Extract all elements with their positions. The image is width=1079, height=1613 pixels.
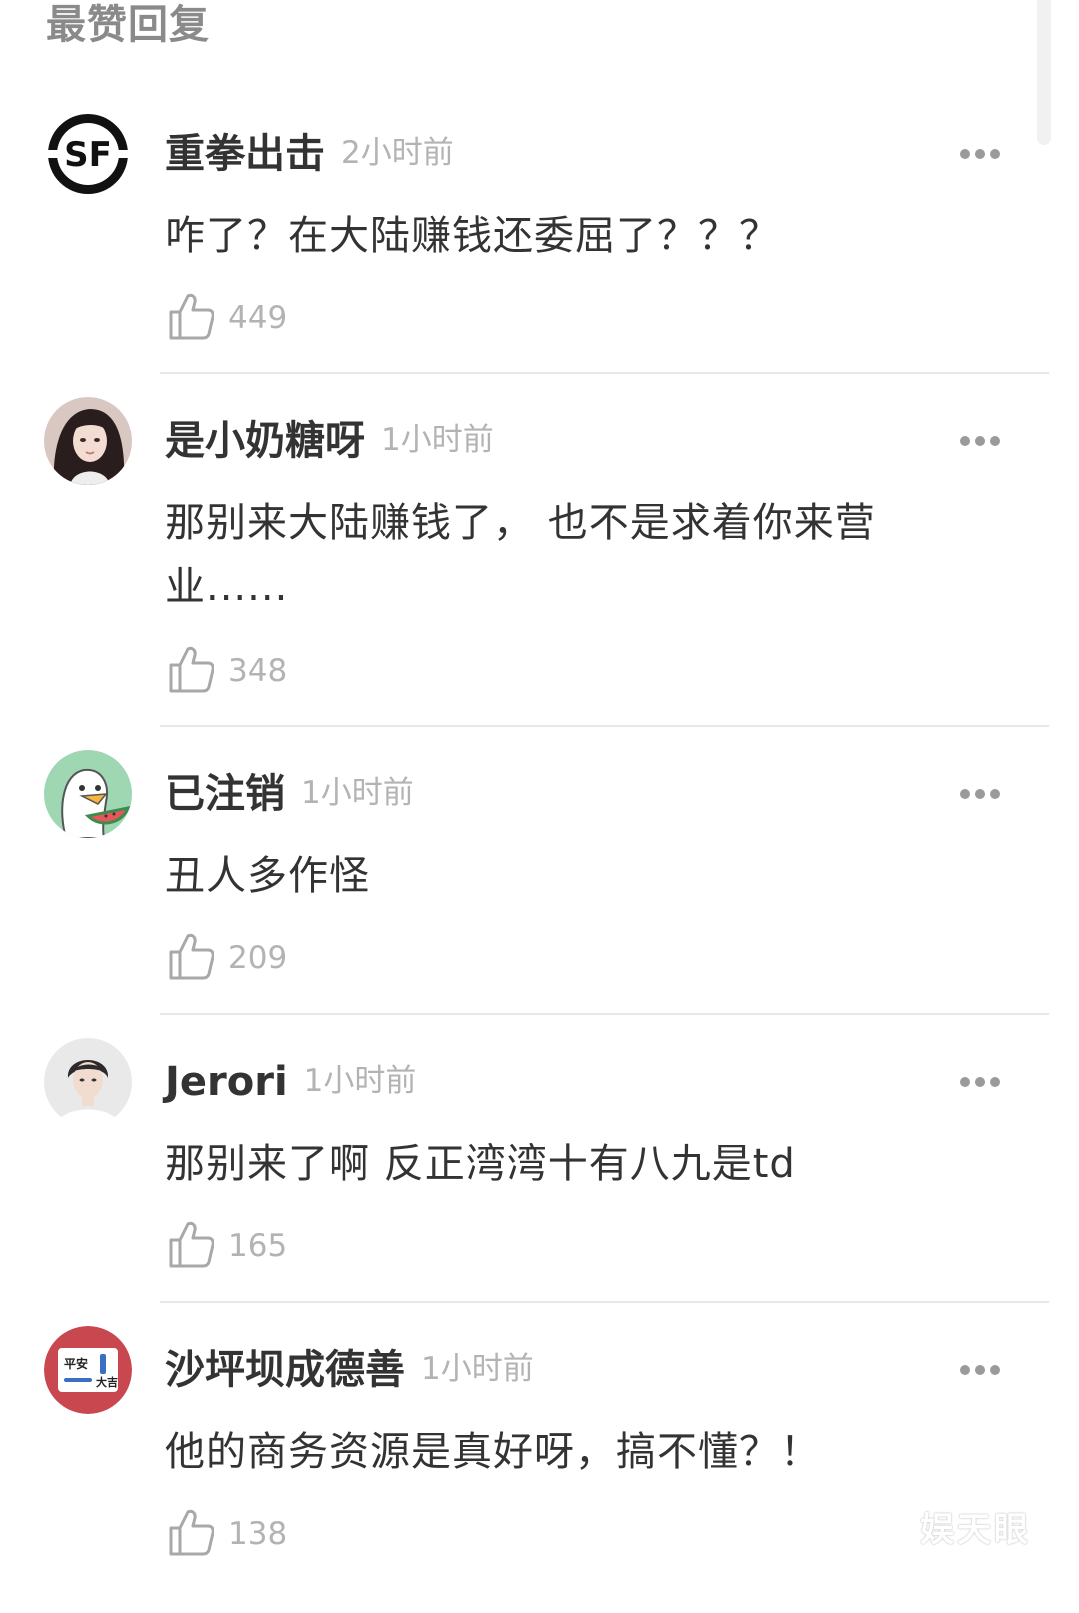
more-options-icon[interactable] [960,431,1008,447]
username-text[interactable]: 已注销 [165,771,285,817]
like-count: 138 [228,1516,288,1552]
svg-text:SF: SF [64,135,112,175]
comment-text: 他的商务资源是真好呀，搞不懂？！ [165,1429,821,1475]
username-text[interactable]: 沙坪坝成德善 [165,1347,405,1393]
username[interactable]: Jerori 1小时前 [165,1056,416,1107]
like-count: 209 [228,940,288,976]
girl-photo-icon [44,397,132,485]
thumbs-up-icon [169,1221,214,1268]
divider [160,1013,1049,1015]
comments-page: 最赞回复 SF 重拳出击 2小时前 咋了？在大陆赚钱还委屈了？？？ 449 是小… [0,0,1079,1613]
duck-cartoon-icon [44,750,132,838]
divider [160,372,1049,374]
more-options-icon[interactable] [960,144,1008,160]
username[interactable]: 是小奶糖呀 1小时前 [165,415,494,466]
username[interactable]: 已注销 1小时前 [165,768,414,819]
like-count: 165 [228,1228,288,1264]
thumbs-up-icon [169,1509,214,1556]
more-options-icon[interactable] [960,784,1008,800]
sf-logo-icon: SF [44,110,132,198]
username-text[interactable]: 是小奶糖呀 [165,418,365,464]
avatar[interactable]: SF [44,110,132,198]
thumbs-up-icon [169,933,214,980]
avatar[interactable] [44,750,132,838]
timestamp: 1小时前 [381,422,494,458]
thumbs-up-icon [169,293,214,340]
timestamp: 1小时前 [421,1351,534,1387]
timestamp: 2小时前 [341,135,454,171]
like-count: 449 [228,300,288,336]
username[interactable]: 沙坪坝成德善 1小时前 [165,1344,534,1395]
scrollbar[interactable] [1037,0,1051,145]
like-count: 348 [228,653,288,689]
comment-text: 那别来了啊 反正湾湾十有八九是td [165,1141,796,1187]
sticker-text-top: 平安 [64,1356,88,1371]
divider [160,1301,1049,1303]
more-options-icon[interactable] [960,1072,1008,1088]
timestamp: 1小时前 [301,775,414,811]
comment-text: 咋了？在大陆赚钱还委屈了？？？ [165,213,780,259]
username[interactable]: 重拳出击 2小时前 [165,128,454,179]
avatar[interactable] [44,1038,132,1126]
avatar[interactable] [44,397,132,485]
watermark: 娱天眼 [920,1510,1031,1550]
avatar[interactable]: 平安 大吉 [44,1326,132,1414]
sticker-text-bottom: 大吉 [96,1375,118,1389]
comment-text: 丑人多作怪 [165,853,370,899]
pingan-sticker-icon: 平安 大吉 [44,1326,132,1414]
man-photo-icon [44,1038,132,1126]
username-text[interactable]: Jerori [165,1059,288,1105]
timestamp: 1小时前 [303,1063,417,1099]
thumbs-up-icon [169,646,214,693]
comment-text: 那别来大陆赚钱了， 也不是求着你来营业...... [165,500,876,610]
section-title: 最赞回复 [46,2,210,48]
divider [160,725,1049,727]
username-text[interactable]: 重拳出击 [165,131,325,177]
more-options-icon[interactable] [960,1360,1008,1376]
